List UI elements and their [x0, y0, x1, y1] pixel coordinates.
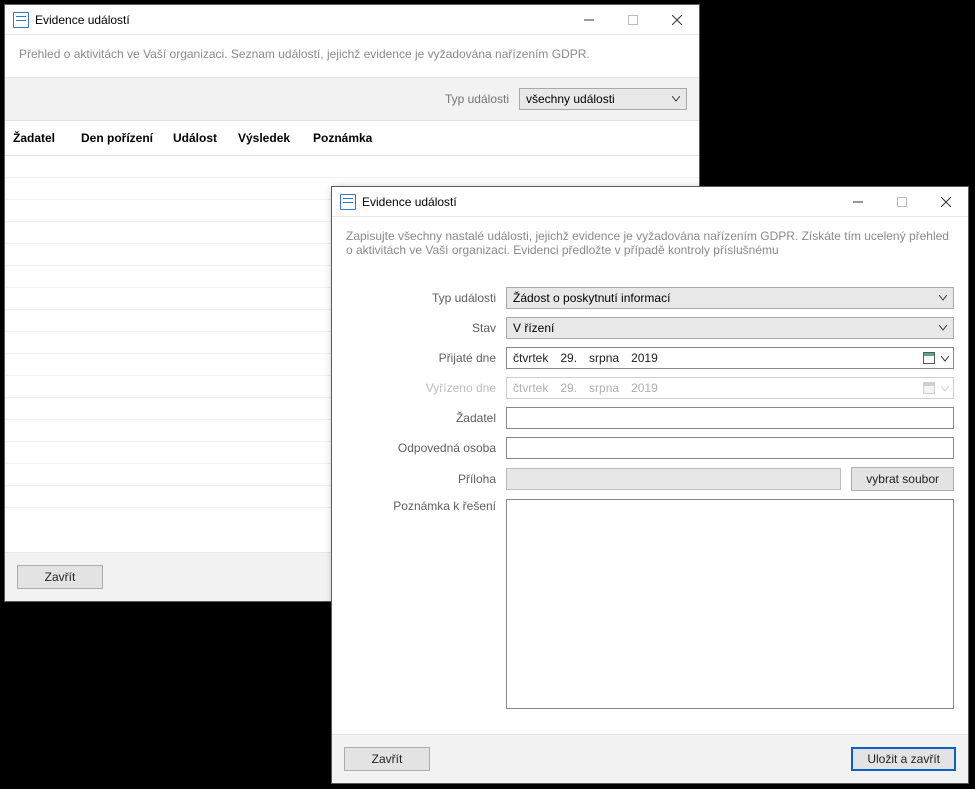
window-event-detail: Evidence událostí Zapisujte všechny nast… [331, 186, 969, 784]
window-description: Přehled o aktivitách ve Vaší organizaci.… [5, 35, 699, 77]
chevron-down-icon [672, 96, 680, 102]
processed-date-label: Vyřízeno dne [346, 381, 496, 395]
requester-input[interactable] [506, 407, 954, 429]
event-form: Typ události Žádost o poskytnutí informa… [332, 273, 968, 734]
attachment-label: Příloha [346, 472, 496, 486]
save-and-close-button[interactable]: Uložit a zavřít [851, 747, 956, 771]
table-header: Žadatel Den pořízení Událost Výsledek Po… [5, 121, 699, 156]
chevron-down-icon [939, 295, 947, 301]
event-type-value: Žádost o poskytnutí informací [513, 291, 670, 305]
window-title: Evidence událostí [362, 195, 836, 209]
close-button[interactable]: Zavřít [344, 747, 430, 771]
window-controls [836, 187, 968, 216]
maximize-button[interactable] [611, 5, 655, 35]
requester-label: Žadatel [346, 411, 496, 425]
note-label: Poznámka k řešení [346, 499, 496, 513]
calendar-icon [923, 352, 935, 364]
received-date-label: Přijaté dne [346, 351, 496, 365]
filter-label: Typ události [445, 92, 509, 106]
filter-bar: Typ události všechny události [5, 77, 699, 121]
column-event[interactable]: Událost [165, 121, 230, 155]
footer: Zavřít Uložit a zavřít [332, 734, 968, 783]
responsible-person-input[interactable] [506, 437, 954, 459]
window-controls [567, 5, 699, 34]
table-row[interactable] [5, 156, 699, 178]
titlebar: Evidence událostí [5, 5, 699, 35]
choose-file-button[interactable]: vybrat soubor [851, 467, 954, 491]
app-icon [13, 12, 29, 28]
titlebar: Evidence událostí [332, 187, 968, 217]
processed-date-picker: čtvrtek 29. srpna 2019 [506, 377, 954, 399]
column-result[interactable]: Výsledek [230, 121, 305, 155]
window-description: Zapisujte všechny nastalé události, jeji… [332, 217, 968, 273]
event-type-filter-select[interactable]: všechny události [519, 88, 687, 110]
solution-note-textarea[interactable] [506, 499, 954, 709]
close-window-button[interactable] [924, 187, 968, 217]
chevron-down-icon [939, 325, 947, 331]
attachment-path-display [506, 468, 841, 490]
column-note[interactable]: Poznámka [305, 121, 699, 155]
status-value: V řízení [513, 321, 554, 335]
chevron-down-icon [941, 381, 949, 395]
column-requester[interactable]: Žadatel [5, 121, 73, 155]
maximize-button[interactable] [880, 187, 924, 217]
close-button[interactable]: Zavřít [17, 565, 103, 589]
responsible-label: Odpovedná osoba [346, 441, 496, 455]
minimize-button[interactable] [836, 187, 880, 217]
column-date-acquired[interactable]: Den pořízení [73, 121, 165, 155]
event-type-select[interactable]: Žádost o poskytnutí informací [506, 287, 954, 309]
status-label: Stav [346, 321, 496, 335]
close-window-button[interactable] [655, 5, 699, 35]
status-select[interactable]: V řízení [506, 317, 954, 339]
window-title: Evidence událostí [35, 13, 567, 27]
app-icon [340, 194, 356, 210]
event-type-label: Typ události [346, 291, 496, 305]
chevron-down-icon [941, 351, 949, 365]
received-date-picker[interactable]: čtvrtek 29. srpna 2019 [506, 347, 954, 369]
calendar-icon [923, 382, 935, 394]
minimize-button[interactable] [567, 5, 611, 35]
filter-selected-value: všechny události [526, 92, 615, 106]
